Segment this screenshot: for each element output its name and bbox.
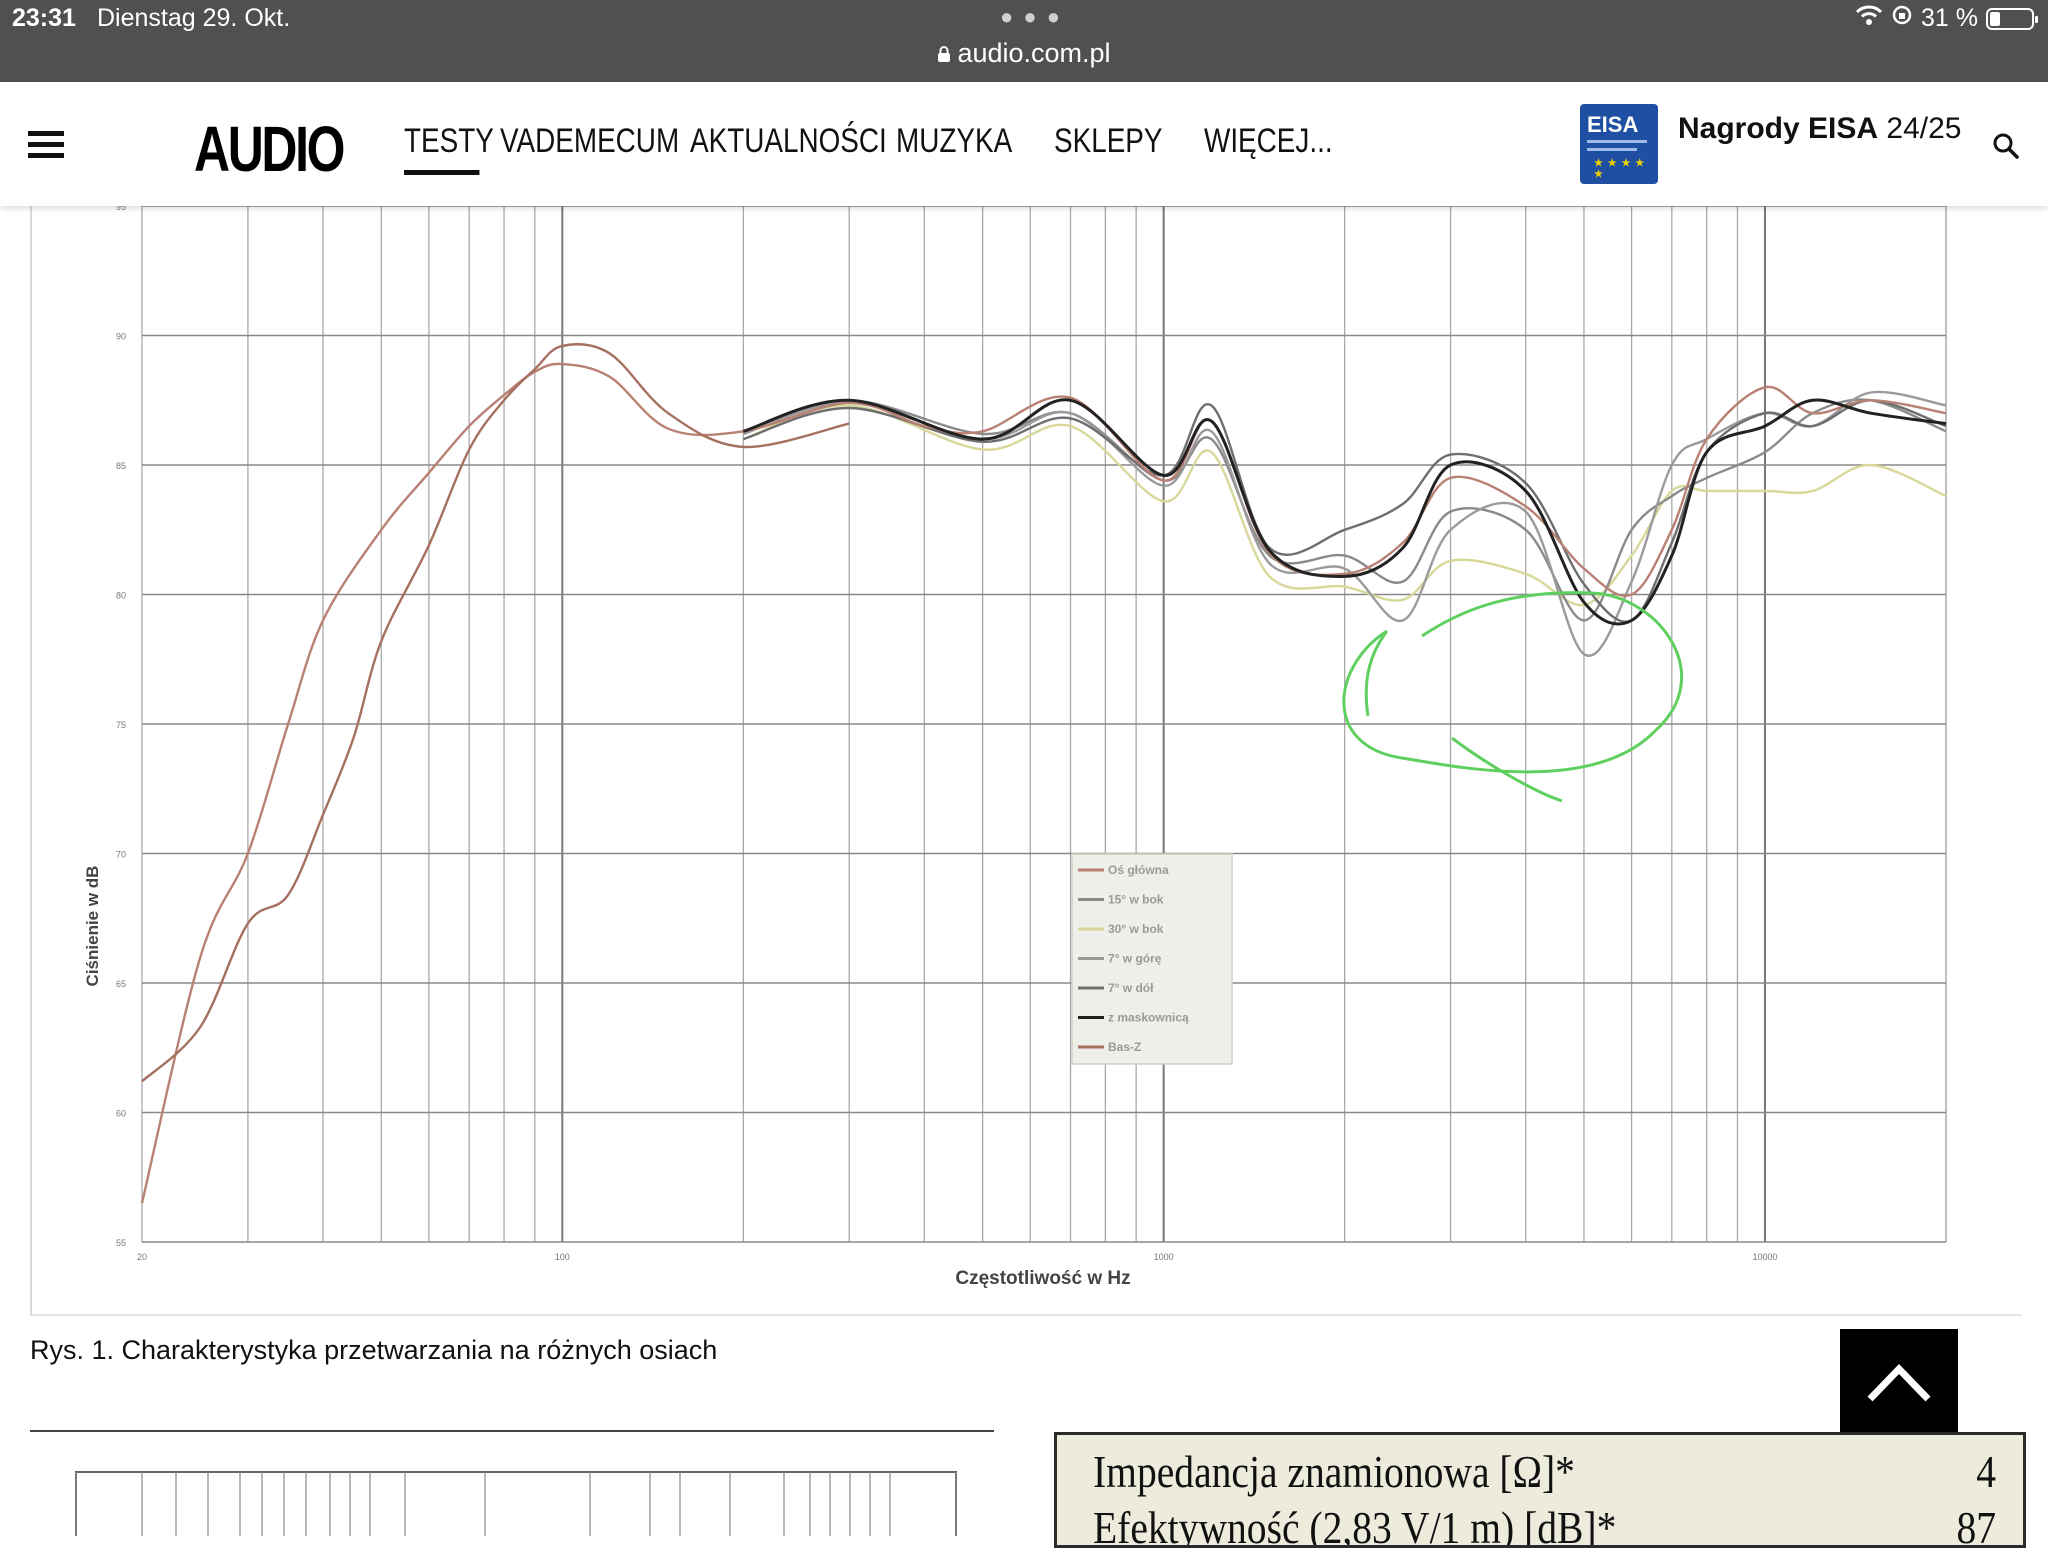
y-tick-label: 65 <box>116 979 126 989</box>
battery-icon <box>1986 7 2038 30</box>
legend-entry: Oś głównа <box>1108 863 1169 877</box>
y-tick-label: 55 <box>116 1238 126 1248</box>
spec-label: Impedancja znamionowa [Ω]* <box>1093 1446 1575 1497</box>
y-tick-label: 70 <box>116 850 126 860</box>
status-right: 31 % <box>1855 4 2038 33</box>
nav-testy[interactable]: TESTY <box>404 122 494 175</box>
menu-icon[interactable] <box>28 131 64 159</box>
x-tick-label: 20 <box>137 1252 147 1262</box>
site-logo[interactable]: AUDIO <box>194 112 345 186</box>
y-tick-label: 60 <box>116 1109 126 1119</box>
legend-entry: 7° w dół <box>1108 981 1154 995</box>
site-header: AUDIO TESTY VADEMECUM AKTUALNOŚCI MUZYKA… <box>0 82 2048 206</box>
more-dots-icon[interactable]: ● ● ● <box>1000 4 1062 30</box>
address-bar[interactable]: audio.com.pl <box>0 38 2048 70</box>
x-tick-label: 100 <box>555 1252 570 1262</box>
spec-row: Impedancja znamionowa [Ω]* 4 <box>1093 1445 1996 1498</box>
chart-legend: Oś głównа 15° w bok 30° w bok 7° w górę 7° w… <box>1071 853 1233 1065</box>
x-tick-label: 10000 <box>1752 1252 1777 1262</box>
frequency-response-chart: 95 90 85 80 75 70 65 60 55 20 100 1000 10000 Oś głów… <box>83 206 1947 1289</box>
y-tick-label: 80 <box>116 591 126 601</box>
legend-entry: z maskownicą <box>1108 1011 1189 1025</box>
x-axis-label: Częstotliwość w Hz <box>955 1268 1130 1289</box>
wifi-icon <box>1855 4 1883 33</box>
y-tick-label: 75 <box>116 720 126 730</box>
lock-icon <box>937 39 951 70</box>
ios-status-bar: 23:31 Dienstag 29. Okt. ● ● ● audio.com.… <box>0 0 2048 82</box>
next-figure-thumbnail <box>30 1436 994 1536</box>
figure-caption: Rys. 1. Charakterystyka przetwarzania na… <box>30 1335 718 1365</box>
y-tick-label: 90 <box>116 332 126 342</box>
chevron-up-icon <box>1867 1363 1931 1402</box>
main-nav: TESTY VADEMECUM AKTUALNOŚCI MUZYKA SKLEP… <box>404 122 1334 175</box>
spec-value: 87 <box>1956 1502 1996 1548</box>
spec-value: 4 <box>1976 1446 1996 1497</box>
nav-sklepy[interactable]: SKLEPY <box>1054 122 1177 175</box>
y-tick-label: 95 <box>116 206 126 212</box>
spec-row: Efektywność (2,83 V/1 m) [dB]* 87 <box>1093 1501 1996 1548</box>
article-figure: 95 90 85 80 75 70 65 60 55 20 100 1000 10000 Oś głów… <box>30 206 2022 1316</box>
status-date: Dienstag 29. Okt. <box>97 4 291 32</box>
legend-entry: 7° w górę <box>1108 952 1162 966</box>
y-tick-label: 85 <box>116 461 126 471</box>
x-tick-label: 1000 <box>1154 1252 1174 1262</box>
eisa-promo-link[interactable]: Nagrody EISA 24/25 <box>1678 112 1961 146</box>
status-time: 23:31 <box>12 4 76 32</box>
search-icon[interactable] <box>1990 130 2022 162</box>
nav-muzyka[interactable]: MUZYKA <box>896 122 1026 175</box>
url-text: audio.com.pl <box>957 38 1111 68</box>
scroll-to-top-button[interactable] <box>1840 1329 1958 1447</box>
spec-table: Impedancja znamionowa [Ω]* 4 Efektywność… <box>1054 1432 2026 1548</box>
eisa-logo[interactable]: EISA ★ ★ ★ ★ ★ <box>1580 104 1658 184</box>
nav-vademecum[interactable]: VADEMECUM <box>500 122 679 175</box>
spec-label: Efektywność (2,83 V/1 m) [dB]* <box>1093 1502 1617 1548</box>
nav-wiecej[interactable]: WIĘCEJ... <box>1204 122 1333 175</box>
legend-entry: Bas-Z <box>1108 1040 1141 1054</box>
legend-entry: 30° w bok <box>1108 922 1164 936</box>
rotation-lock-icon <box>1891 4 1913 33</box>
series-line-1 <box>140 362 1947 1204</box>
y-axis-label: Ciśnienie w dB <box>83 866 102 987</box>
nav-aktualnosci[interactable]: AKTUALNOŚCI <box>690 122 887 175</box>
battery-percent: 31 % <box>1921 4 1978 32</box>
legend-entry: 15° w bok <box>1108 893 1164 907</box>
section-divider <box>30 1430 994 1432</box>
